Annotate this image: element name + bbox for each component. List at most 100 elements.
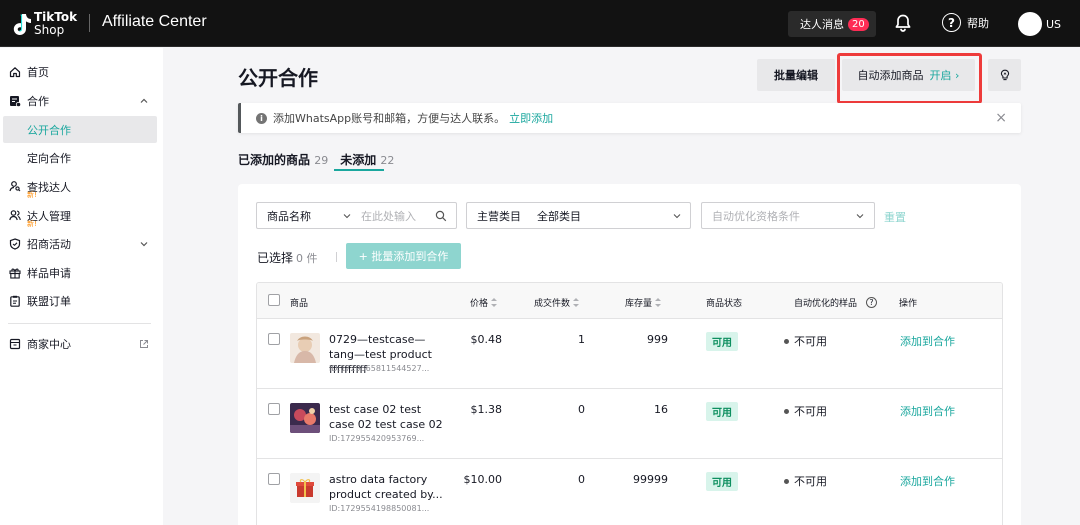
close-icon[interactable]: ×: [995, 110, 1007, 126]
table-header: 商品 价格 成交件数 库存量 商品状态 自动优化的样品? 操作: [257, 283, 1002, 319]
column-stock[interactable]: 库存量: [625, 296, 662, 309]
creator-messages-button[interactable]: 达人消息 20: [788, 11, 876, 37]
notice-message: 添加WhatsApp账号和邮箱，方便与达人联系。: [273, 112, 506, 125]
tab-not-added[interactable]: 未添加 22: [340, 151, 394, 168]
sidebar-item-label: 联盟订单: [27, 295, 71, 308]
home-icon: [9, 67, 21, 78]
selection-divider: [336, 252, 337, 262]
add-to-collaboration-link[interactable]: 添加到合作: [900, 403, 955, 419]
sidebar-item-open-collaboration[interactable]: 公开合作: [0, 116, 163, 143]
tiktok-shop-logo[interactable]: TikTok Shop: [10, 10, 80, 38]
product-price: $0.48: [470, 333, 503, 346]
tips-button[interactable]: [988, 59, 1021, 91]
chevron-up-icon: [140, 98, 148, 103]
product-thumbnail: [290, 333, 320, 363]
column-label: 自动优化的样品: [794, 299, 858, 309]
user-region: US: [1046, 17, 1062, 31]
column-action: 操作: [899, 299, 918, 309]
messages-count-badge: 20: [848, 17, 869, 31]
status-badge: 可用: [706, 472, 738, 491]
bulk-add-to-collaboration-button[interactable]: + 批量添加到合作: [346, 243, 461, 269]
product-search-field: 商品名称 在此处输入: [256, 202, 457, 229]
help-button[interactable]: ? 帮助: [942, 13, 989, 32]
sort-icon: [573, 298, 580, 307]
add-to-collaboration-link[interactable]: 添加到合作: [900, 473, 955, 489]
tiktok-note-icon: [13, 14, 32, 35]
table-row: test case 02 test case 02 test case 02 I…: [257, 389, 1002, 459]
auto-sample-status: 不可用: [784, 333, 827, 349]
sidebar-item-collaboration[interactable]: 合作: [0, 88, 163, 114]
new-badge: 新!: [27, 191, 37, 199]
selection-label: 已选择: [257, 251, 294, 265]
status-badge: 可用: [706, 332, 738, 351]
reset-button[interactable]: 重置: [884, 209, 906, 225]
sidebar-item-label: 首页: [27, 66, 49, 79]
chevron-down-icon: [140, 242, 148, 247]
notice-banner: i 添加WhatsApp账号和邮箱，方便与达人联系。 立即添加 ×: [238, 103, 1021, 133]
tab-added-products[interactable]: 已添加的商品 29: [238, 151, 328, 168]
auto-sample-text: 不可用: [794, 335, 827, 348]
column-label: 价格: [470, 299, 489, 309]
product-thumbnail: [290, 403, 320, 433]
row-checkbox[interactable]: [268, 403, 280, 415]
product-id: ID:1729565811544527...: [329, 364, 430, 373]
tab-count: 29: [314, 154, 329, 167]
status-dot: [784, 408, 789, 414]
products-table: 商品 价格 成交件数 库存量 商品状态 自动优化的样品? 操作 0729—tes…: [256, 282, 1003, 525]
sidebar-item-affiliate-orders[interactable]: 联盟订单: [0, 288, 163, 314]
search-field-select[interactable]: 商品名称: [267, 208, 311, 224]
row-checkbox[interactable]: [268, 333, 280, 345]
auto-optimization-placeholder: 自动优化资格条件: [712, 209, 800, 223]
sidebar-divider: [8, 323, 151, 324]
sidebar-item-home[interactable]: 首页: [0, 59, 163, 85]
product-thumbnail: [290, 473, 320, 503]
chevron-down-icon: [343, 213, 351, 218]
sidebar-item-targeted-collaboration[interactable]: 定向合作: [0, 145, 163, 171]
category-value: 全部类目: [537, 209, 581, 223]
user-menu[interactable]: US: [1018, 12, 1061, 36]
category-key: 主营类目: [477, 209, 521, 223]
row-checkbox[interactable]: [268, 473, 280, 485]
sidebar-item-find-creators[interactable]: 查找达人 新!: [0, 173, 163, 199]
product-name[interactable]: astro data factory product created by...: [329, 472, 447, 502]
column-price[interactable]: 价格: [470, 296, 498, 309]
sidebar-item-recruitment-campaigns[interactable]: 招商活动: [0, 231, 163, 257]
auto-sample-status: 不可用: [784, 403, 827, 419]
add-now-link[interactable]: 立即添加: [509, 112, 553, 125]
select-all-checkbox[interactable]: [268, 294, 280, 306]
sidebar-item-label: 定向合作: [27, 152, 71, 165]
status-badge: 可用: [706, 402, 738, 421]
product-sold: 1: [578, 333, 585, 346]
auto-optimization-select[interactable]: 自动优化资格条件: [701, 202, 875, 229]
bell-icon[interactable]: [893, 13, 913, 33]
tab-label: 未添加: [340, 153, 377, 167]
sidebar-item-sample-requests[interactable]: 样品申请: [0, 260, 163, 286]
tab-label: 已添加的商品: [238, 153, 311, 167]
sort-icon: [655, 298, 662, 307]
status-dot: [784, 338, 789, 344]
help-label: 帮助: [967, 16, 989, 30]
question-icon[interactable]: ?: [866, 297, 878, 308]
search-input[interactable]: 在此处输入: [361, 208, 416, 224]
sidebar-item-creator-management[interactable]: 达人管理 新!: [0, 202, 163, 228]
column-sold[interactable]: 成交件数: [534, 296, 580, 309]
column-auto-sample: 自动优化的样品?: [794, 296, 878, 309]
bulk-edit-button[interactable]: 批量编辑: [757, 59, 835, 91]
tab-count: 22: [380, 154, 395, 167]
search-icon[interactable]: [435, 210, 447, 222]
sidebar-item-label: 样品申请: [27, 267, 71, 280]
sidebar-item-seller-center[interactable]: 商家中心: [0, 331, 163, 357]
creator-messages-label: 达人消息: [800, 18, 844, 31]
column-label: 成交件数: [534, 299, 571, 309]
column-label: 库存量: [625, 299, 653, 309]
info-icon: i: [256, 112, 267, 124]
product-name[interactable]: test case 02 test case 02 test case 02: [329, 402, 447, 432]
product-id: ID:172955419885008​1...: [329, 504, 430, 513]
lightbulb-icon: [1000, 69, 1009, 81]
add-to-collaboration-link[interactable]: 添加到合作: [900, 333, 955, 349]
auto-sample-text: 不可用: [794, 475, 827, 488]
sidebar-item-label: 公开合作: [27, 123, 71, 137]
sidebar-item-label: 招商活动: [27, 238, 71, 251]
category-select[interactable]: 主营类目 全部类目: [466, 202, 691, 229]
auto-sample-status: 不可用: [784, 473, 827, 489]
